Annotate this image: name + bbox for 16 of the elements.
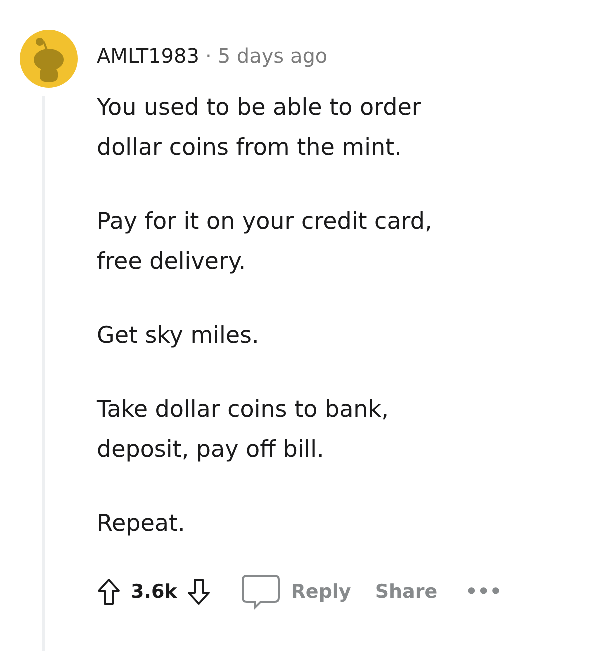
reply-button[interactable]: Reply bbox=[241, 574, 352, 610]
comment-paragraph: Take dollar coins to bank, deposit, pay off bill. bbox=[97, 396, 390, 465]
username[interactable]: AMLT1983 bbox=[97, 44, 200, 68]
comment-paragraph: Repeat. bbox=[97, 510, 186, 539]
comment-paragraph: You used to be able to order dollar coins from the mint. bbox=[97, 94, 422, 163]
avatar-icon bbox=[20, 30, 78, 88]
more-button[interactable]: ••• bbox=[466, 581, 502, 603]
upvote-icon[interactable] bbox=[97, 578, 121, 606]
vote-count: 3.6k bbox=[131, 581, 178, 603]
comment-icon bbox=[241, 574, 282, 610]
timestamp: 5 days ago bbox=[218, 44, 328, 68]
comment-paragraph: Get sky miles. bbox=[97, 322, 260, 351]
share-button[interactable]: Share bbox=[375, 581, 438, 603]
comment-paragraph: Pay for it on your credit card, free delivery. bbox=[97, 208, 434, 277]
downvote-icon[interactable] bbox=[187, 578, 212, 606]
separator: · bbox=[205, 44, 212, 68]
